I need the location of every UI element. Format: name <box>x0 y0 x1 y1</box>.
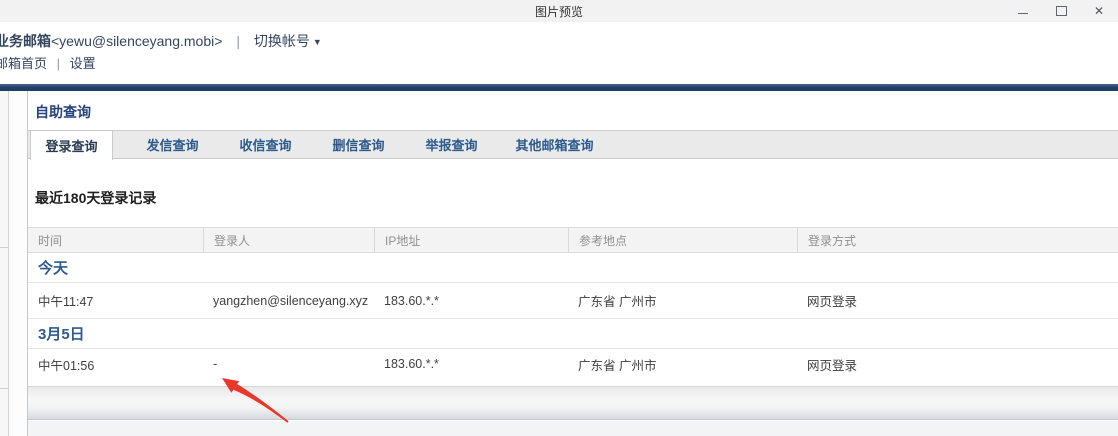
column-header: 登录方式 <box>797 228 1118 252</box>
maximize-icon <box>1056 6 1067 16</box>
navy-divider-bar <box>0 84 1118 91</box>
table-cell: 网页登录 <box>797 283 1118 318</box>
tab-删信查询[interactable]: 删信查询 <box>312 131 405 158</box>
window-titlebar: 图片预览 ✕ <box>0 0 1118 23</box>
login-records-table: 时间登录人IP地址参考地点登录方式 今天中午11:47yangzhen@sile… <box>28 227 1118 379</box>
settings-link[interactable]: 设置 <box>70 56 96 71</box>
close-icon: ✕ <box>1094 5 1104 17</box>
tab-登录查询[interactable]: 登录查询 <box>30 130 113 160</box>
window-title: 图片预览 <box>0 3 1118 20</box>
table-cell: 广东省 广州市 <box>568 349 797 379</box>
table-cell: 中午11:47 <box>28 283 203 318</box>
table-cell: 183.60.*.* <box>374 349 568 379</box>
account-header: 业务邮箱<yewu@silenceyang.mobi> | 切换帐号▼ 邮箱首页… <box>0 22 1118 84</box>
tab-举报查询[interactable]: 举报查询 <box>405 131 498 158</box>
left-gutter-column <box>9 91 28 436</box>
divider: | <box>236 33 240 49</box>
table-cell: 网页登录 <box>797 349 1118 379</box>
column-header: IP地址 <box>374 228 568 252</box>
red-arrow-annotation <box>200 370 310 436</box>
left-edge-column <box>0 91 9 436</box>
minimize-icon <box>1018 13 1028 14</box>
query-tabbar: 登录查询发信查询收信查询删信查询举报查询其他邮箱查询 <box>28 130 1118 159</box>
account-line: 业务邮箱<yewu@silenceyang.mobi> | 切换帐号▼ <box>0 31 322 51</box>
self-query-panel: 自助查询 登录查询发信查询收信查询删信查询举报查询其他邮箱查询 最近180天登录… <box>28 91 1118 436</box>
divider <box>0 247 8 248</box>
divider <box>0 388 8 389</box>
close-button[interactable]: ✕ <box>1080 0 1118 22</box>
maximize-button[interactable] <box>1042 0 1080 22</box>
divider: | <box>57 56 60 71</box>
tab-收信查询[interactable]: 收信查询 <box>219 131 312 158</box>
column-header: 登录人 <box>203 228 374 252</box>
account-email: <yewu@silenceyang.mobi> <box>51 33 222 49</box>
minimize-button[interactable] <box>1004 0 1042 22</box>
column-header: 时间 <box>28 228 203 252</box>
page-bottom-area <box>28 421 1118 436</box>
table-cell: 中午01:56 <box>28 349 203 379</box>
table-row: 中午11:47yangzhen@silenceyang.xyz183.60.*.… <box>28 283 1118 319</box>
account-brand: 业务邮箱 <box>0 33 51 49</box>
table-header-row: 时间登录人IP地址参考地点登录方式 <box>28 227 1118 253</box>
table-cell: 广东省 广州市 <box>568 283 797 318</box>
table-footer-bar <box>28 386 1118 420</box>
switch-account-link[interactable]: 切换帐号 <box>254 33 310 49</box>
table-row: 中午01:56-183.60.*.*广东省 广州市网页登录 <box>28 349 1118 379</box>
records-subtitle: 最近180天登录记录 <box>35 188 156 208</box>
chevron-down-icon[interactable]: ▼ <box>313 37 322 47</box>
page-title: 自助查询 <box>35 102 91 122</box>
window-controls: ✕ <box>1004 0 1118 22</box>
tab-其他邮箱查询[interactable]: 其他邮箱查询 <box>498 131 611 158</box>
account-links: 邮箱首页 | 设置 <box>0 53 96 72</box>
body-area: 自助查询 登录查询发信查询收信查询删信查询举报查询其他邮箱查询 最近180天登录… <box>0 91 1118 436</box>
mailbox-home-link[interactable]: 邮箱首页 <box>0 56 47 71</box>
table-body: 今天中午11:47yangzhen@silenceyang.xyz183.60.… <box>28 253 1118 379</box>
column-header: 参考地点 <box>568 228 797 252</box>
date-group-header: 3月5日 <box>28 319 1118 349</box>
date-group-header: 今天 <box>28 253 1118 283</box>
table-cell: 183.60.*.* <box>374 283 568 318</box>
tab-发信查询[interactable]: 发信查询 <box>126 131 219 158</box>
table-cell: yangzhen@silenceyang.xyz <box>203 283 374 318</box>
